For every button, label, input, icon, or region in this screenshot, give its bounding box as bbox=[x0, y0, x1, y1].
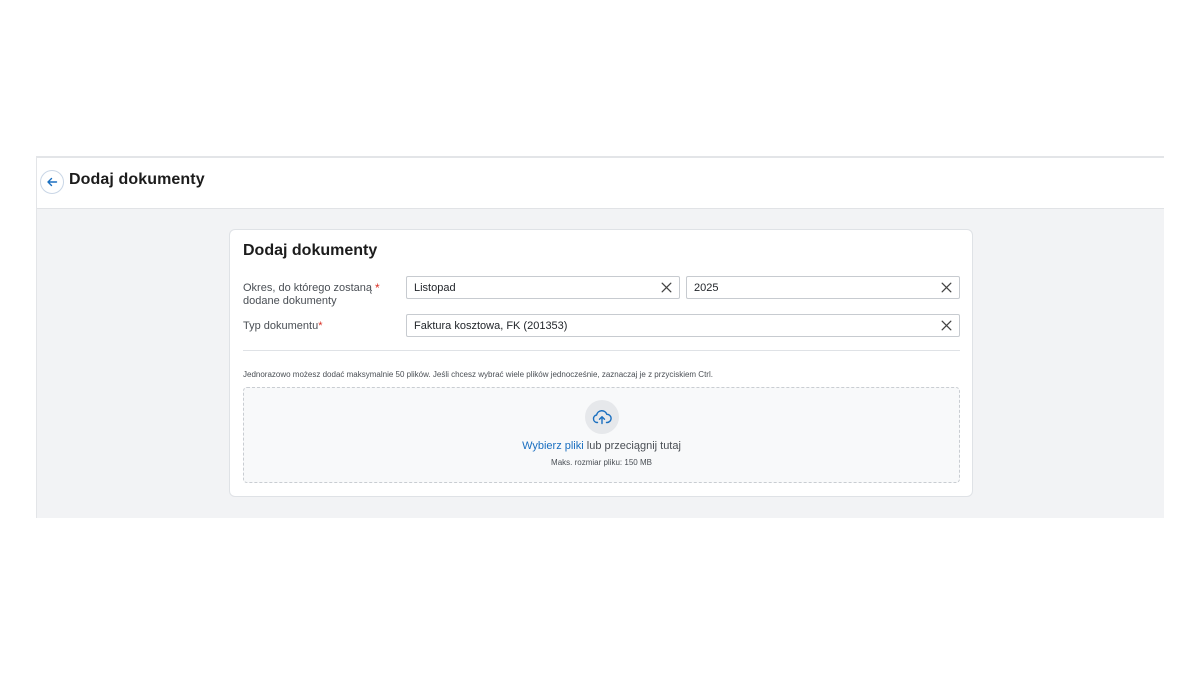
period-required-mark: * bbox=[375, 281, 380, 295]
upload-button[interactable] bbox=[585, 400, 619, 434]
arrow-left-icon bbox=[47, 177, 58, 187]
period-label-line1: Okres, do którego zostaną bbox=[243, 282, 373, 294]
clear-year-icon[interactable] bbox=[940, 281, 953, 294]
month-select[interactable]: Listopad bbox=[406, 276, 680, 299]
add-documents-card: Dodaj dokumenty Okres, do którego zostan… bbox=[229, 229, 973, 497]
doc-type-label-text: Typ dokumentu bbox=[243, 320, 319, 332]
month-value: Listopad bbox=[414, 281, 456, 294]
year-select[interactable]: 2025 bbox=[686, 276, 960, 299]
cloud-upload-icon bbox=[592, 410, 612, 425]
period-label-line2: dodane dokumenty bbox=[243, 295, 337, 307]
period-label: Okres, do którego zostaną dodane dokumen… bbox=[243, 282, 372, 308]
dropzone-instructions: Wybierz pliki lub przeciągnij tutaj bbox=[244, 440, 959, 452]
doc-type-label: Typ dokumentu* bbox=[243, 320, 323, 333]
clear-month-icon[interactable] bbox=[660, 281, 673, 294]
back-button[interactable] bbox=[40, 170, 64, 194]
file-dropzone[interactable]: Wybierz pliki lub przeciągnij tutaj Maks… bbox=[243, 387, 960, 483]
divider bbox=[243, 350, 960, 351]
doc-type-value: Faktura kosztowa, FK (201353) bbox=[414, 319, 568, 332]
page-header: Dodaj dokumenty bbox=[37, 158, 1164, 209]
page-title: Dodaj dokumenty bbox=[69, 171, 205, 188]
year-value: 2025 bbox=[694, 281, 719, 294]
clear-doc-type-icon[interactable] bbox=[940, 319, 953, 332]
upload-hint: Jednorazowo możesz dodać maksymalnie 50 … bbox=[243, 370, 713, 379]
max-file-size: Maks. rozmiar pliku: 150 MB bbox=[551, 458, 652, 467]
app-frame: Dodaj dokumenty Dodaj dokumenty Okres, d… bbox=[36, 156, 1164, 518]
drag-here-text: lub przeciągnij tutaj bbox=[583, 440, 681, 452]
doc-type-required-mark: * bbox=[318, 320, 323, 332]
card-title: Dodaj dokumenty bbox=[243, 242, 378, 259]
choose-files-link[interactable]: Wybierz pliki bbox=[522, 440, 584, 452]
doc-type-select[interactable]: Faktura kosztowa, FK (201353) bbox=[406, 314, 960, 337]
